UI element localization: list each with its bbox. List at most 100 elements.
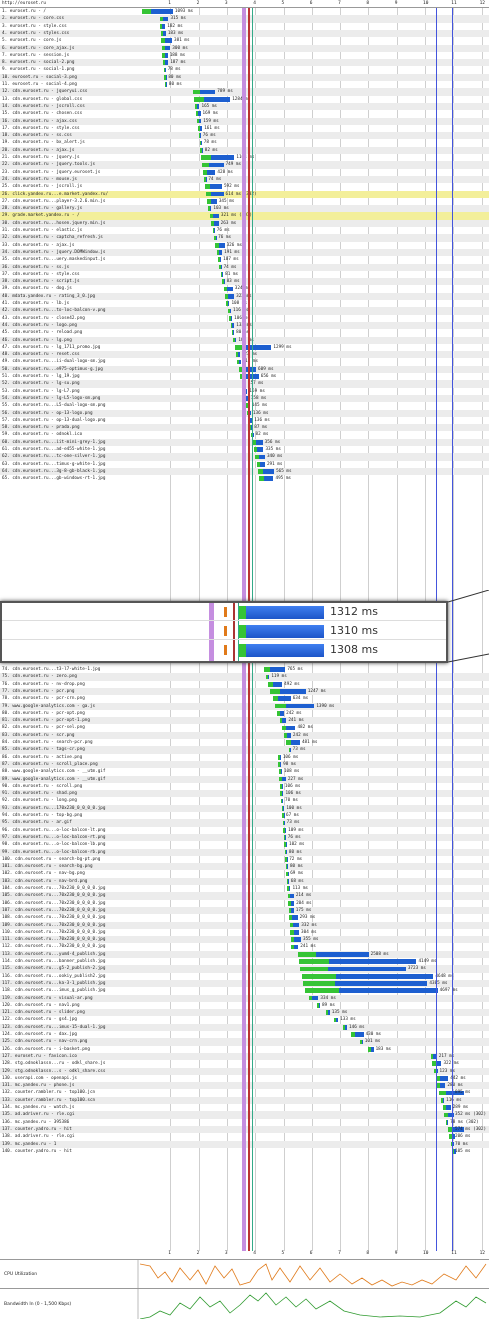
time-tick-label: 5 xyxy=(281,1,285,6)
request-timing-bar xyxy=(216,250,223,255)
request-label: 41. cdn.euroset.ru - lb.js xyxy=(2,301,70,306)
request-label: 25. cdn.euroset.ru - jscroll.js xyxy=(2,184,83,190)
time-tick-label: 6 xyxy=(309,1251,313,1256)
request-label: 136. mc.yandex.ru - 395386 xyxy=(2,1119,70,1125)
request-label: 9. euroset.ru - social-1.png xyxy=(2,67,75,73)
request-timing-bar xyxy=(197,126,203,131)
request-duration: 242 ms xyxy=(292,732,309,738)
time-tick-label: 6 xyxy=(309,1,313,6)
request-duration: 183 ms xyxy=(167,30,184,36)
request-timing-bar xyxy=(286,740,300,745)
request-timing-bar xyxy=(342,1024,348,1030)
request-duration: 592 ms xyxy=(223,184,240,190)
request-timing-bar xyxy=(442,1105,451,1110)
request-duration: 70 ms xyxy=(284,798,298,804)
request-label: 17. cdn.euroset.ru - style.css xyxy=(2,125,80,131)
request-label: 30. cdn.euroset.ru...hosen.jquery.min.js xyxy=(2,220,106,226)
request-duration: 78 ms xyxy=(167,67,181,73)
request-label: 19. cdn.euroset.ru - bx_alert.js xyxy=(2,140,85,146)
time-tick-label: 7 xyxy=(338,1251,341,1256)
request-label: 121. cdn.euroset.ru - slider.png xyxy=(2,1010,85,1016)
request-timing-bar xyxy=(215,242,225,248)
request-timing-bar xyxy=(299,959,417,964)
request-label: 131. mc.yandex.ru - phone.js xyxy=(2,1083,75,1089)
request-duration: 315 ms xyxy=(170,16,186,22)
request-label: 49. cdn.euroset.ru...ii-dual-logo-sm.jpg xyxy=(2,359,106,365)
cpu-graph-line xyxy=(137,1260,487,1288)
request-label: 7. euroset.ru - session.js xyxy=(2,52,70,58)
request-duration: 280 ms xyxy=(447,1083,463,1089)
request-duration: 135 ms xyxy=(331,1010,348,1016)
request-label: 57. cdn.euroset.ru - op-13-dual-logo.png xyxy=(2,417,106,423)
request-timing-bar xyxy=(196,118,202,124)
request-label: 53. cdn.euroset.ru - lg-L7.png xyxy=(2,388,80,394)
request-timing-bar xyxy=(207,199,217,204)
request-timing-bar xyxy=(255,454,265,460)
request-label: 22. cdn.euroset.ru - jquery.tools.js xyxy=(2,162,96,168)
request-label: 125. cdn.euroset.ru - nav-crn.png xyxy=(2,1039,88,1045)
request-label: 91. cdn.euroset.ru - shad.png xyxy=(2,791,78,797)
request-label: 114. cdn.euroset.ru...banner_publish.jpg xyxy=(2,959,106,964)
request-timing-bar xyxy=(162,53,168,58)
request-duration: 107 ms xyxy=(223,257,239,263)
request-duration: 101 ms xyxy=(364,1039,381,1045)
request-duration: 169 ms xyxy=(202,111,219,117)
request-label: 1. euroset.ru - / xyxy=(2,9,46,14)
request-duration: 340 ms xyxy=(266,454,283,460)
request-duration: 76 ms xyxy=(218,235,232,241)
request-timing-bar xyxy=(212,228,215,233)
request-label: 118. cdn.euroset.ru...imus_g_publish.jpg xyxy=(2,988,106,994)
zoom-callout-lines xyxy=(447,590,489,663)
request-label: 75. cdn.euroset.ru - zero.png xyxy=(2,674,78,680)
request-label: 120. cdn.euroset.ru - nav1.png xyxy=(2,1002,80,1008)
request-label: 61. cdn.euroset.ru...ad-e455-white-1.jpg xyxy=(2,447,106,452)
request-label: 16. cdn.euroset.ru - ajax.css xyxy=(2,118,78,124)
request-timing-bar xyxy=(280,798,283,804)
request-label: 31. cdn.euroset.ru - elastic.js xyxy=(2,228,83,233)
request-timing-bar xyxy=(193,96,231,102)
request-label: 79. www.google-analytics.com - ga.js xyxy=(2,703,96,709)
request-timing-bar xyxy=(359,1039,363,1045)
request-duration: 67 ms xyxy=(286,813,299,818)
request-duration: 293 ms xyxy=(299,915,316,921)
request-duration: 242 ms xyxy=(286,710,302,716)
waterfall-view: http://euroset.ru 1 2 3 4 5 6 7 8 9 10 11 12 1. eur… xyxy=(0,0,489,1319)
request-label: 117. cdn.euroset.ru...ka-3-1_publish.jpg xyxy=(2,980,106,986)
time-tick-label: 9 xyxy=(394,1251,398,1256)
request-timing-bar xyxy=(285,857,288,862)
request-label: 47. cdn.euroset.ru - lg_1711_promo.jpg xyxy=(2,344,101,350)
request-duration: 74 ms xyxy=(208,176,222,182)
time-tick-label: 1 xyxy=(168,1,172,6)
request-duration: 263 ms xyxy=(220,220,237,226)
request-label: 51. cdn.euroset.ru - lg_19.jpg xyxy=(2,374,80,379)
request-label: 93. cdn.euroset.ru...170x230_0_0_0_0.jpg xyxy=(2,805,106,811)
request-timing-bar xyxy=(279,776,286,782)
request-timing-bar xyxy=(230,323,235,328)
request-duration: 565 ms xyxy=(276,468,292,474)
request-label: 119. cdn.euroset.ru - visual-ar.png xyxy=(2,995,93,1001)
request-duration: 78 ms (302) xyxy=(450,1119,479,1125)
request-label: 112. cdn.euroset.ru...70x230_0_0_0_0.jpg xyxy=(2,944,106,950)
request-timing-bar xyxy=(290,937,301,943)
request-label: 28. cdn.euroset.ru - gallery.js xyxy=(2,206,83,212)
bandwidth-graph: Bandwidth In (0 - 1,500 Kbps) xyxy=(0,1288,489,1319)
request-duration: 133 ms xyxy=(340,1017,356,1023)
request-timing-bar xyxy=(222,279,225,285)
request-timing-bar xyxy=(289,915,298,921)
request-timing-bar xyxy=(199,140,202,146)
request-duration: 109 ms xyxy=(288,827,304,833)
request-label: 35. cdn.euroset.ru...uery.maskedinput.js xyxy=(2,257,106,263)
request-duration: 102 ms xyxy=(289,842,305,848)
request-label: 87. cdn.euroset.ru - scroll_place.png xyxy=(2,761,98,767)
request-timing-bar xyxy=(252,439,263,445)
request-label: 83. cdn.euroset.ru - scr.png xyxy=(2,732,75,738)
request-duration: 136 ms xyxy=(252,410,269,416)
request-timing-bar xyxy=(201,155,235,160)
request-timing-bar xyxy=(279,718,287,724)
request-timing-bar xyxy=(218,257,222,263)
request-timing-bar xyxy=(256,461,265,467)
request-label: 62. cdn.euroset.ru...tc-one-silver-1.jpg xyxy=(2,454,106,460)
request-duration: 73 ms xyxy=(286,820,300,826)
request-label: 110. cdn.euroset.ru...70x230_0_0_0_0.jpg xyxy=(2,929,106,935)
time-tick-label: 1 xyxy=(168,1251,172,1256)
